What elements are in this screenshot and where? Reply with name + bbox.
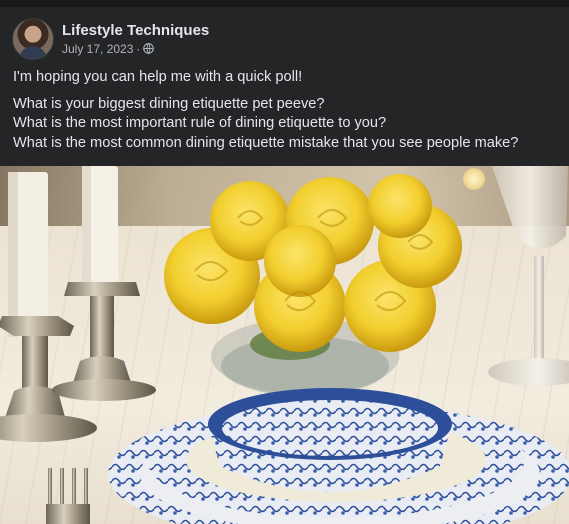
top-bar — [0, 0, 569, 7]
post-meta: Lifestyle Techniques July 17, 2023 · — [62, 21, 209, 58]
post-subline: July 17, 2023 · — [62, 40, 209, 58]
author-name[interactable]: Lifestyle Techniques — [62, 21, 209, 40]
photo-illustration — [0, 166, 569, 524]
table-setting-photo[interactable] — [0, 166, 569, 524]
poll-question-3: What is the most common dining etiquette… — [13, 134, 519, 151]
post-intro: I'm hoping you can help me with a quick … — [13, 69, 303, 85]
poll-question-2: What is the most important rule of dinin… — [13, 115, 387, 131]
globe-icon — [143, 43, 155, 54]
post-header: Lifestyle Techniques July 17, 2023 · — [12, 18, 209, 60]
poll-question-1: What is your biggest dining etiquette pe… — [13, 95, 325, 112]
separator-dot: · — [136, 41, 141, 56]
avatar[interactable] — [12, 18, 54, 60]
post-body: I'm hoping you can help me with a quick … — [13, 68, 558, 153]
post-date[interactable]: July 17, 2023 — [62, 40, 133, 58]
